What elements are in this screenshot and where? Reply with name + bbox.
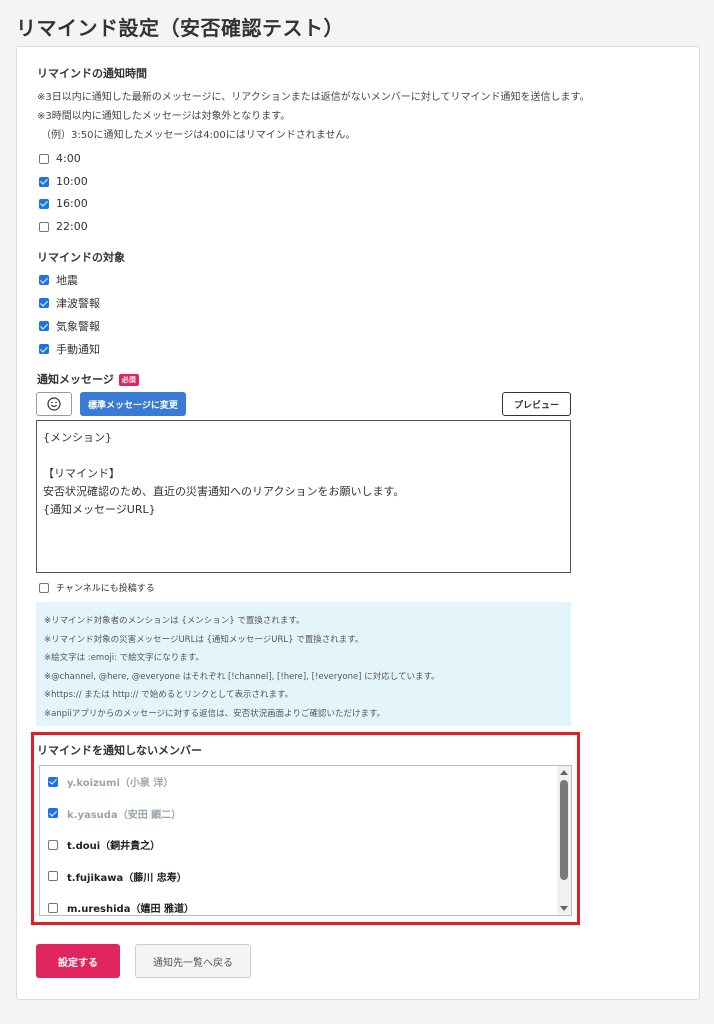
submit-button[interactable]: 設定する (36, 944, 120, 978)
exclude-members-panel: リマインドを通知しないメンバー y.koizumi（小泉 洋） k.yasuda… (31, 732, 580, 925)
message-label-text: 通知メッセージ (37, 373, 114, 386)
targets-label: リマインドの対象 (37, 251, 125, 264)
message-textarea[interactable]: {メンション} 【リマインド】 安否状況確認のため、直近の災害通知へのリアクショ… (36, 420, 571, 573)
time-option-1600[interactable]: 16:00 (39, 197, 88, 210)
scroll-thumb[interactable] (560, 780, 568, 880)
checkbox[interactable] (39, 221, 49, 232)
info-line: ※https:// または http:// で始めるとリンクとして表示されます。 (44, 690, 294, 700)
checkbox[interactable] (48, 776, 58, 787)
checkbox[interactable] (48, 839, 58, 850)
info-line: ※リマインド対象者のメンションは {メンション} で置換されます。 (44, 616, 305, 626)
page-title: リマインド設定（安否確認テスト） (16, 16, 344, 40)
preview-button[interactable]: プレビュー (502, 392, 571, 416)
message-label: 通知メッセージ 必須 (37, 371, 139, 387)
target-option-weather[interactable]: 気象警報 (39, 318, 100, 334)
checkbox[interactable] (39, 298, 49, 308)
member-list-scrollbar[interactable] (557, 766, 571, 915)
message-info-box: ※リマインド対象者のメンションは {メンション} で置換されます。 ※リマインド… (36, 602, 571, 726)
member-name: y.koizumi（小泉 洋） (67, 778, 174, 790)
smiley-icon (47, 397, 61, 411)
target-option-label: 気象警報 (56, 320, 100, 333)
target-option-manual[interactable]: 手動通知 (39, 341, 100, 357)
checkbox[interactable] (39, 321, 49, 331)
target-option-earthquake[interactable]: 地震 (39, 272, 78, 288)
target-option-label: 地震 (56, 274, 78, 287)
checkbox[interactable] (39, 275, 49, 285)
standard-message-button[interactable]: 標準メッセージに変更 (80, 392, 186, 416)
time-option-label: 10:00 (56, 175, 88, 188)
checkbox[interactable] (39, 344, 49, 354)
scroll-down-icon[interactable] (560, 906, 568, 911)
target-option-tsunami[interactable]: 津波警報 (39, 295, 100, 311)
notify-note-2: ※3時間以内に通知したメッセージは対象外となります。 (37, 111, 291, 122)
time-option-label: 22:00 (56, 220, 88, 233)
settings-card: リマインドの通知時間 ※3日以内に通知した最新のメッセージに、リアクションまたは… (16, 46, 700, 1000)
time-option-2200[interactable]: 22:00 (39, 220, 88, 233)
member-name: k.yasuda（安田 顕二） (67, 809, 182, 821)
member-name: m.ureshida（嬉田 雅道） (67, 904, 194, 916)
member-row[interactable]: k.yasuda（安田 顕二） (40, 798, 571, 830)
member-list[interactable]: y.koizumi（小泉 洋） k.yasuda（安田 顕二） t.doui（銅… (39, 765, 572, 916)
checkbox[interactable] (48, 808, 58, 819)
target-option-label: 津波警報 (56, 297, 100, 310)
time-option-label: 16:00 (56, 197, 88, 210)
time-option-0400[interactable]: 4:00 (39, 152, 81, 165)
target-option-label: 手動通知 (56, 343, 100, 356)
exclude-members-label: リマインドを通知しないメンバー (37, 744, 202, 757)
info-line: ※@channel, @here, @everyone はそれぞれ [!chan… (44, 671, 440, 682)
scroll-up-icon[interactable] (560, 770, 568, 775)
channel-post-label: チャンネルにも投稿する (56, 584, 155, 594)
member-row[interactable]: m.ureshida（嬉田 雅道） (40, 892, 571, 916)
emoji-button[interactable] (36, 392, 72, 416)
member-row[interactable]: t.doui（銅井貴之） (40, 829, 571, 861)
checkbox[interactable] (39, 582, 49, 593)
channel-post-option[interactable]: チャンネルにも投稿する (39, 581, 155, 594)
member-row[interactable]: t.fujikawa（藤川 忠寿） (40, 861, 571, 893)
checkbox[interactable] (39, 198, 49, 209)
back-to-list-button[interactable]: 通知先一覧へ戻る (135, 944, 251, 978)
checkbox[interactable] (39, 176, 49, 187)
info-line: ※リマインド対象の災害メッセージURLは {通知メッセージURL} で置換されま… (44, 634, 364, 645)
checkbox[interactable] (48, 871, 58, 882)
required-badge: 必須 (118, 374, 139, 386)
checkbox[interactable] (48, 902, 58, 913)
member-name: t.fujikawa（藤川 忠寿） (67, 872, 187, 884)
notify-note-3: （例）3:50に通知したメッセージは4:00にはリマインドされません。 (41, 130, 356, 141)
info-line: ※絵文字は :emoji: で絵文字になります。 (44, 653, 204, 663)
notify-note-1: ※3日以内に通知した最新のメッセージに、リアクションまたは返信がないメンバーに対… (37, 92, 590, 103)
checkbox[interactable] (39, 153, 49, 164)
member-row[interactable]: y.koizumi（小泉 洋） (40, 766, 571, 798)
member-name: t.doui（銅井貴之） (67, 841, 161, 853)
notify-time-label: リマインドの通知時間 (37, 67, 147, 80)
time-option-1000[interactable]: 10:00 (39, 175, 88, 188)
time-option-label: 4:00 (56, 152, 81, 165)
info-line: ※anpiiアプリからのメッセージに対する返信は、安否状況画面よりご確認いただけ… (44, 708, 386, 719)
